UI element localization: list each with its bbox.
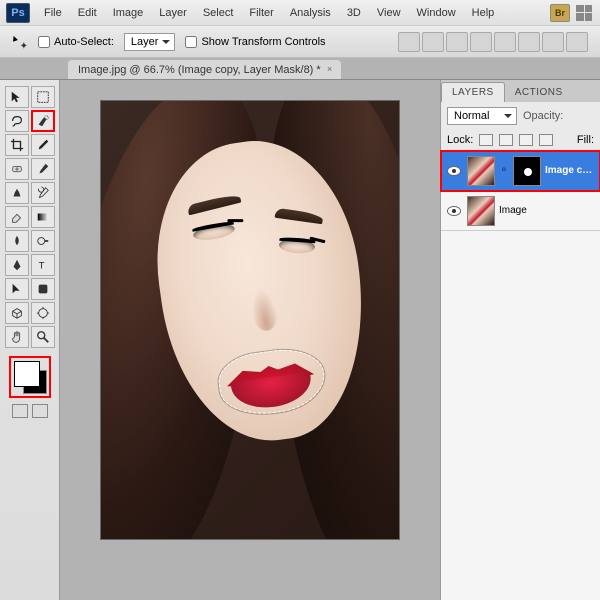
auto-select-target-dropdown[interactable]: Layer [124, 33, 176, 51]
align-icon[interactable] [446, 32, 468, 52]
mask-link-icon[interactable]: ⚬ [499, 165, 509, 176]
svg-text:T: T [38, 261, 44, 272]
distribute-icon[interactable] [542, 32, 564, 52]
foreground-color-swatch[interactable] [14, 361, 40, 387]
menu-layer[interactable]: Layer [151, 3, 195, 23]
menu-analysis[interactable]: Analysis [282, 3, 339, 23]
eyedropper-tool[interactable] [31, 134, 55, 156]
align-icon[interactable] [398, 32, 420, 52]
options-bar: Auto-Select: Layer Show Transform Contro… [0, 26, 600, 58]
close-tab-icon[interactable]: × [325, 64, 335, 74]
marquee-rect-tool[interactable] [31, 86, 55, 108]
layer-thumbnail[interactable] [467, 156, 495, 186]
auto-select-input[interactable] [38, 36, 50, 48]
visibility-toggle-icon[interactable] [447, 206, 461, 216]
show-transform-input[interactable] [185, 36, 197, 48]
layer-name[interactable]: Image [499, 205, 596, 216]
show-transform-label: Show Transform Controls [201, 36, 325, 48]
gradient-tool[interactable] [31, 206, 55, 228]
layer-row[interactable]: ⚬ Image copy [441, 151, 600, 191]
bridge-icon[interactable]: Br [550, 4, 570, 22]
menu-file[interactable]: File [36, 3, 70, 23]
lock-label: Lock: [447, 134, 473, 146]
align-buttons-group [398, 32, 592, 52]
move-tool[interactable] [5, 86, 29, 108]
layer-row[interactable]: Image [441, 191, 600, 231]
align-icon[interactable] [518, 32, 540, 52]
layer-mask-thumbnail[interactable] [513, 156, 541, 186]
align-icon[interactable] [470, 32, 492, 52]
healing-brush-tool[interactable] [5, 158, 29, 180]
lock-position-icon[interactable] [519, 134, 533, 146]
history-brush-tool[interactable] [31, 182, 55, 204]
brush-tool[interactable] [31, 158, 55, 180]
blur-tool[interactable] [5, 230, 29, 252]
hand-tool[interactable] [5, 326, 29, 348]
quick-mask-toggle-icon[interactable] [12, 404, 28, 418]
color-swatches[interactable] [9, 356, 51, 398]
zoom-tool[interactable] [31, 326, 55, 348]
menu-filter[interactable]: Filter [241, 3, 281, 23]
layer-list: ⚬ Image copy Image [441, 151, 600, 600]
panel-tab-strip: LAYERS ACTIONS [441, 80, 600, 102]
panels-dock: LAYERS ACTIONS Normal Opacity: Lock: Fil… [440, 80, 600, 600]
3d-camera-tool[interactable] [31, 302, 55, 324]
app-logo-icon[interactable]: Ps [6, 3, 30, 23]
quick-selection-tool[interactable] [31, 110, 55, 132]
fill-label: Fill: [577, 134, 594, 146]
menu-bar: Ps File Edit Image Layer Select Filter A… [0, 0, 600, 26]
opacity-label: Opacity: [523, 110, 563, 122]
pen-tool[interactable] [5, 254, 29, 276]
menu-help[interactable]: Help [464, 3, 503, 23]
arrange-documents-icon[interactable] [576, 5, 592, 21]
shape-tool[interactable] [31, 278, 55, 300]
document-canvas[interactable] [100, 100, 400, 540]
layer-thumbnail[interactable] [467, 196, 495, 226]
auto-select-checkbox[interactable]: Auto-Select: [38, 36, 114, 48]
menu-3d[interactable]: 3D [339, 3, 369, 23]
blend-mode-value: Normal [454, 110, 489, 122]
show-transform-checkbox[interactable]: Show Transform Controls [185, 36, 325, 48]
tab-layers[interactable]: LAYERS [441, 82, 505, 102]
type-tool[interactable]: T [31, 254, 55, 276]
lock-all-icon[interactable] [539, 134, 553, 146]
dropdown-value: Layer [131, 36, 159, 48]
tab-actions[interactable]: ACTIONS [505, 83, 573, 102]
auto-select-label: Auto-Select: [54, 36, 114, 48]
lock-transparency-icon[interactable] [479, 134, 493, 146]
toolbox: T [0, 80, 60, 600]
3d-tool[interactable] [5, 302, 29, 324]
eraser-tool[interactable] [5, 206, 29, 228]
lasso-tool[interactable] [5, 110, 29, 132]
visibility-toggle-icon[interactable] [447, 166, 461, 176]
document-tab-title: Image.jpg @ 66.7% (Image copy, Layer Mas… [78, 64, 321, 76]
menu-select[interactable]: Select [195, 3, 242, 23]
menu-view[interactable]: View [369, 3, 409, 23]
path-selection-tool[interactable] [5, 278, 29, 300]
screen-mode-icon[interactable] [32, 404, 48, 418]
align-icon[interactable] [422, 32, 444, 52]
menu-window[interactable]: Window [409, 3, 464, 23]
menu-edit[interactable]: Edit [70, 3, 105, 23]
clone-stamp-tool[interactable] [5, 182, 29, 204]
selected-tool-preview-icon [8, 32, 28, 52]
canvas-area[interactable] [60, 80, 440, 600]
distribute-icon[interactable] [566, 32, 588, 52]
crop-tool[interactable] [5, 134, 29, 156]
layer-name[interactable]: Image copy [545, 165, 596, 176]
blend-mode-dropdown[interactable]: Normal [447, 107, 517, 125]
dodge-tool[interactable] [31, 230, 55, 252]
align-icon[interactable] [494, 32, 516, 52]
lock-pixels-icon[interactable] [499, 134, 513, 146]
document-tab-bar: Image.jpg @ 66.7% (Image copy, Layer Mas… [0, 58, 600, 80]
document-tab[interactable]: Image.jpg @ 66.7% (Image copy, Layer Mas… [68, 60, 341, 79]
menu-image[interactable]: Image [105, 3, 152, 23]
